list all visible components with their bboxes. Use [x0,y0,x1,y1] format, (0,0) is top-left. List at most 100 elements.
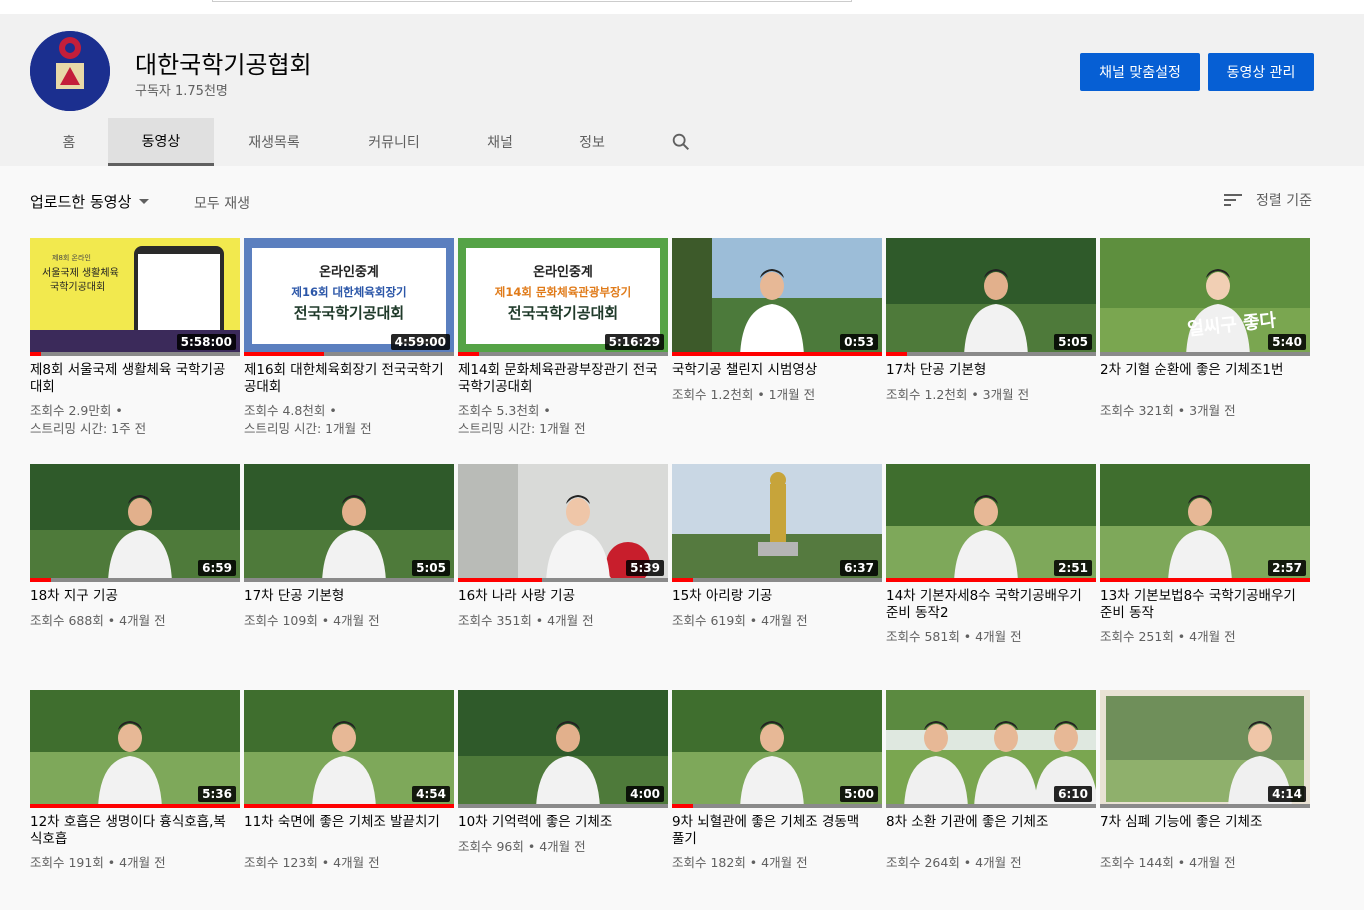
video-card[interactable]: 4:54 11차 숙면에 좋은 기체조 발끝치기조회수 123회 • 4개월 전 [244,690,454,910]
video-thumbnail[interactable]: 5:39 [458,464,668,582]
video-card[interactable]: 0:53 국학기공 챌린지 시범영상 조회수 1.2천회 • 1개월 전 [672,238,882,458]
video-stream-time: 스트리밍 시간: 1개월 전 [244,421,372,436]
video-title[interactable]: 14차 기본자세8수 국학기공배우기 준비 동작2 [886,588,1086,622]
video-card[interactable]: 6:10 8차 소환 기관에 좋은 기체조조회수 264회 • 4개월 전 [886,690,1096,910]
video-card[interactable]: 온라인중계 제16회 대한체육회장기 전국국학기공대회 4:59:00 제16회 대… [244,238,454,458]
watch-progress-bar [458,804,668,808]
video-card[interactable]: 2:51 14차 기본자세8수 국학기공배우기 준비 동작2 조회수 581회 • … [886,464,1096,684]
video-title[interactable]: 11차 숙면에 좋은 기체조 발끝치기 [244,814,444,831]
video-duration: 6:59 [198,560,236,576]
video-title[interactable]: 제14회 문화체육관광부장관기 전국국학기공대회 [458,362,658,396]
video-thumbnail[interactable]: 6:37 [672,464,882,582]
manage-videos-button[interactable]: 동영상 관리 [1208,53,1314,91]
svg-text:제16회 대한체육회장기: 제16회 대한체육회장기 [291,285,406,299]
tab-channels[interactable]: 채널 [460,118,540,166]
video-title[interactable]: 12차 호흡은 생명이다 흉식호흡,복식호흡 [30,814,230,848]
video-meta: 조회수 4.8천회 • [244,403,337,418]
video-title[interactable]: 10차 기억력에 좋은 기체조 [458,814,658,831]
video-thumbnail[interactable]: 얼씨구 좋다 5:40 [1100,238,1310,356]
video-card[interactable]: 온라인중계 제14회 문화체육관광부장기 전국국학기공대회 5:16:29 제14회… [458,238,668,458]
video-title[interactable]: 17차 단공 기본형 [886,362,1086,379]
video-title[interactable]: 2차 기혈 순환에 좋은 기체조1번 [1100,362,1300,379]
video-thumbnail[interactable]: 6:10 [886,690,1096,808]
video-thumbnail[interactable]: 5:05 [886,238,1096,356]
video-title[interactable]: 제16회 대한체육회장기 전국국학기공대회 [244,362,444,396]
search-icon[interactable] [670,131,692,153]
video-duration: 5:00 [840,786,878,802]
video-card[interactable]: 5:39 16차 나라 사랑 기공 조회수 351회 • 4개월 전 [458,464,668,684]
watch-progress-fill [672,578,693,582]
video-title[interactable]: 제8회 서울국제 생활체육 국학기공대회 [30,362,230,396]
play-all-button[interactable]: 모두 재생 [194,193,250,213]
watch-progress-bar [1100,804,1310,808]
video-thumbnail[interactable]: 4:54 [244,690,454,808]
video-meta: 조회수 123회 • 4개월 전 [244,855,380,870]
video-card[interactable]: 얼씨구 좋다 5:40 2차 기혈 순환에 좋은 기체조1번조회수 321회 • 3… [1100,238,1310,458]
tab-home[interactable]: 홈 [30,118,108,166]
video-card[interactable]: 4:00 10차 기억력에 좋은 기체조 조회수 96회 • 4개월 전 [458,690,668,910]
watch-progress-fill [672,804,693,808]
video-thumbnail[interactable]: 4:00 [458,690,668,808]
tab-community[interactable]: 커뮤니티 [344,118,444,166]
search-box-edge[interactable] [212,0,852,2]
sort-by-button[interactable]: 정렬 기준 [1224,190,1312,210]
video-title[interactable]: 7차 심폐 기능에 좋은 기체조 [1100,814,1300,831]
customize-channel-button[interactable]: 채널 맞춤설정 [1080,53,1200,91]
video-card[interactable]: 5:36 12차 호흡은 생명이다 흉식호흡,복식호흡 조회수 191회 • 4개월… [30,690,240,910]
svg-text:서울국제 생활체육: 서울국제 생활체육 [42,266,119,279]
video-stream-time: 스트리밍 시간: 1주 전 [30,421,147,436]
video-meta: 조회수 144회 • 4개월 전 [1100,855,1236,870]
tab-about[interactable]: 정보 [556,118,628,166]
video-card[interactable]: 5:05 17차 단공 기본형 조회수 109회 • 4개월 전 [244,464,454,684]
video-thumbnail[interactable]: 4:14 [1100,690,1310,808]
tab-playlists[interactable]: 재생목록 [224,118,324,166]
tab-videos[interactable]: 동영상 [108,118,214,166]
video-thumbnail[interactable]: 2:51 [886,464,1096,582]
svg-text:온라인중계: 온라인중계 [319,264,379,280]
video-meta: 조회수 182회 • 4개월 전 [672,855,808,870]
video-card[interactable]: 2:57 13차 기본보법8수 국학기공배우기 준비 동작조회수 251회 • 4… [1100,464,1310,684]
video-card[interactable]: 6:37 15차 아리랑 기공 조회수 619회 • 4개월 전 [672,464,882,684]
video-duration: 2:57 [1268,560,1306,576]
channel-avatar[interactable] [30,31,110,111]
video-duration: 4:00 [626,786,664,802]
video-title[interactable]: 국학기공 챌린지 시범영상 [672,362,872,379]
video-thumbnail[interactable]: 온라인중계 제16회 대한체육회장기 전국국학기공대회 4:59:00 [244,238,454,356]
video-duration: 6:10 [1054,786,1092,802]
uploads-dropdown[interactable]: 업로드한 동영상 [30,191,150,212]
video-thumbnail[interactable]: 6:59 [30,464,240,582]
watch-progress-bar [886,352,1096,356]
video-meta: 조회수 264회 • 4개월 전 [886,855,1022,870]
video-meta: 조회수 251회 • 4개월 전 [1100,629,1236,644]
video-duration: 4:14 [1268,786,1306,802]
watch-progress-bar [1100,578,1310,582]
video-meta: 조회수 321회 • 3개월 전 [1100,403,1236,418]
video-title[interactable]: 8차 소환 기관에 좋은 기체조 [886,814,1086,831]
video-card[interactable]: 5:05 17차 단공 기본형 조회수 1.2천회 • 3개월 전 [886,238,1096,458]
video-title[interactable]: 16차 나라 사랑 기공 [458,588,658,605]
svg-text:온라인중계: 온라인중계 [533,264,593,280]
watch-progress-bar [672,804,882,808]
video-title[interactable]: 17차 단공 기본형 [244,588,444,605]
video-title[interactable]: 15차 아리랑 기공 [672,588,872,605]
video-card[interactable]: 5:00 9차 뇌혈관에 좋은 기체조 경동맥 풀기조회수 182회 • 4개월 … [672,690,882,910]
video-thumbnail[interactable]: 2:57 [1100,464,1310,582]
video-title[interactable]: 13차 기본보법8수 국학기공배우기 준비 동작 [1100,588,1300,622]
svg-text:제14회 문화체육관광부장기: 제14회 문화체육관광부장기 [495,285,631,299]
video-title[interactable]: 18차 지구 기공 [30,588,230,605]
caret-down-icon [139,199,150,204]
watch-progress-fill [30,804,240,808]
video-thumbnail[interactable]: 제8회 온라인 서울국제 생활체육 국학기공대회 5:58:00 [30,238,240,356]
video-thumbnail[interactable]: 5:05 [244,464,454,582]
video-card[interactable]: 6:59 18차 지구 기공 조회수 688회 • 4개월 전 [30,464,240,684]
video-thumbnail[interactable]: 온라인중계 제14회 문화체육관광부장기 전국국학기공대회 5:16:29 [458,238,668,356]
video-thumbnail[interactable]: 0:53 [672,238,882,356]
channel-logo-icon [30,31,110,111]
video-thumbnail[interactable]: 5:00 [672,690,882,808]
video-title[interactable]: 9차 뇌혈관에 좋은 기체조 경동맥 풀기 [672,814,872,848]
video-thumbnail[interactable]: 5:36 [30,690,240,808]
watch-progress-fill [886,352,907,356]
video-duration: 0:53 [840,334,878,350]
video-card[interactable]: 4:14 7차 심폐 기능에 좋은 기체조조회수 144회 • 4개월 전 [1100,690,1310,910]
video-card[interactable]: 제8회 온라인 서울국제 생활체육 국학기공대회 5:58:00 제8회 서울국제… [30,238,240,458]
